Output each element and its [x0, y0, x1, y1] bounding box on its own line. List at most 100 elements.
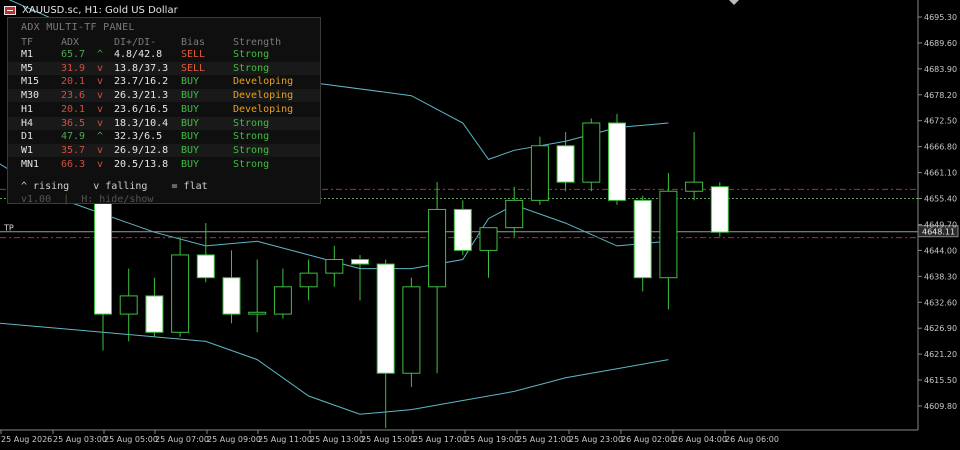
- cell-di: 18.3/10.4: [114, 117, 169, 129]
- candle: [505, 186, 524, 237]
- candle-body-bull: [479, 227, 498, 251]
- candle: [710, 182, 729, 237]
- table-row: D1 47.9 ^ 32.3/6.5 BUY Strong: [8, 130, 320, 143]
- x-tick-label: 25 Aug 13:00: [310, 435, 364, 444]
- candle-body-bull: [299, 272, 318, 288]
- candle-body-bull: [505, 199, 524, 229]
- cell-strength: Strong: [233, 62, 270, 74]
- candle-body-bull: [273, 286, 292, 315]
- candle-body-bull: [248, 311, 267, 315]
- header-bias: Bias: [181, 37, 206, 48]
- candle-body-bear: [145, 295, 164, 333]
- candle: [273, 268, 292, 319]
- table-row: W1 35.7 v 26.9/12.8 BUY Strong: [8, 143, 320, 157]
- x-tick-label: 26 Aug 02:00: [621, 435, 675, 444]
- x-tick-label: 25 Aug 03:00: [53, 435, 107, 444]
- panel-title: ADX MULTI-TF PANEL: [21, 22, 135, 33]
- x-tick-label: 25 Aug 23:00: [569, 435, 623, 444]
- candle: [530, 136, 549, 205]
- cell-direction: v: [97, 76, 104, 88]
- scroll-marker-icon: [729, 0, 739, 5]
- cell-tf: W1: [21, 144, 34, 156]
- candle: [222, 250, 241, 324]
- cell-adx: 20.1: [61, 76, 86, 88]
- cell-strength: Developing: [233, 76, 294, 88]
- tp-label: TP: [3, 224, 14, 233]
- candle-body-bear: [196, 254, 215, 279]
- cell-bias: SELL: [181, 49, 206, 60]
- y-tick-label: 4678.20: [924, 91, 957, 100]
- cell-adx: 31.9: [61, 62, 86, 74]
- header-tf: TF: [21, 37, 34, 48]
- candle-body-bull: [402, 286, 421, 374]
- panel-footer: v1.00 | H: hide/show: [21, 194, 154, 205]
- window-title-bar: XAUUSD.sc, H1: Gold US Dollar: [4, 3, 178, 17]
- x-tick-label: 25 Aug 15:00: [361, 435, 415, 444]
- cell-di: 4.8/42.8: [114, 49, 163, 60]
- cell-tf: D1: [21, 131, 34, 143]
- y-tick-label: 4609.80: [924, 402, 957, 411]
- cell-adx: 35.7: [61, 144, 86, 156]
- cell-direction: v: [97, 117, 104, 129]
- cell-strength: Strong: [233, 158, 270, 170]
- y-tick-label: 4672.50: [924, 117, 957, 126]
- candle: [119, 268, 138, 342]
- x-tick-label: 25 Aug 21:00: [517, 435, 571, 444]
- table-row: M1 65.7 ^ 4.8/42.8 SELL Strong: [8, 48, 320, 61]
- candle: [582, 118, 601, 192]
- candle-body-bear: [453, 208, 472, 251]
- cell-direction: v: [97, 158, 104, 170]
- candle-body-bear: [608, 122, 626, 201]
- y-tick-label: 4649.70: [924, 220, 957, 229]
- y-tick-label: 4695.30: [924, 13, 957, 22]
- y-tick-label: 4638.30: [924, 272, 957, 281]
- candle-body-bear: [633, 199, 652, 279]
- table-row: M5 31.9 v 13.8/37.3 SELL Strong: [8, 61, 320, 75]
- cell-di: 20.5/13.8: [114, 158, 169, 170]
- cell-tf: M1: [21, 49, 34, 60]
- cell-di: 13.8/37.3: [114, 62, 169, 74]
- cell-bias: BUY: [181, 117, 200, 129]
- cell-strength: Strong: [233, 117, 270, 129]
- cell-adx: 66.3: [61, 158, 86, 170]
- cell-strength: Strong: [233, 131, 270, 143]
- cell-strength: Developing: [233, 103, 294, 115]
- cell-tf: M15: [21, 76, 40, 88]
- candle-body-bear: [351, 258, 369, 265]
- cell-bias: BUY: [181, 158, 200, 170]
- x-tick-label: 26 Aug 04:00: [673, 435, 727, 444]
- cell-di: 26.9/12.8: [114, 144, 169, 156]
- cell-bias: SELL: [181, 62, 206, 74]
- candle-body-bull: [582, 122, 601, 183]
- cell-direction: v: [97, 144, 104, 156]
- x-tick-label: 25 Aug 17:00: [413, 435, 467, 444]
- cell-di: 23.7/16.2: [114, 76, 169, 88]
- cell-tf: M30: [21, 90, 40, 102]
- candle: [659, 173, 678, 310]
- candle-body-bull: [428, 208, 447, 288]
- y-tick-label: 4666.80: [924, 143, 957, 152]
- x-tick-label: 25 Aug 11:00: [258, 435, 312, 444]
- adx-panel[interactable]: ADX MULTI-TF PANEL TF ADX DI+/DI- Bias S…: [7, 17, 321, 205]
- candle: [608, 113, 626, 205]
- candle-body-bear: [376, 263, 395, 374]
- candle: [402, 277, 421, 387]
- y-tick-label: 4655.40: [924, 195, 957, 204]
- x-tick-label: 25 Aug 07:00: [155, 435, 209, 444]
- header-strength: Strength: [233, 37, 282, 48]
- table-row: M30 23.6 v 26.3/21.3 BUY Developing: [8, 89, 320, 103]
- candle: [428, 182, 447, 374]
- cell-di: 26.3/21.3: [114, 90, 169, 102]
- symbol-flag-icon: [4, 5, 16, 15]
- panel-legend: ^ rising v falling = flat: [21, 181, 208, 192]
- candle-body-bear: [710, 186, 729, 233]
- cell-bias: BUY: [181, 144, 200, 156]
- y-tick-label: 4661.10: [924, 169, 957, 178]
- cell-direction: v: [97, 62, 104, 74]
- y-tick-label: 4615.50: [924, 376, 957, 385]
- cell-strength: Strong: [233, 144, 270, 156]
- cell-tf: H1: [21, 103, 34, 115]
- candle: [171, 236, 190, 337]
- candle: [325, 245, 344, 287]
- table-row: H4 36.5 v 18.3/10.4 BUY Strong: [8, 116, 320, 130]
